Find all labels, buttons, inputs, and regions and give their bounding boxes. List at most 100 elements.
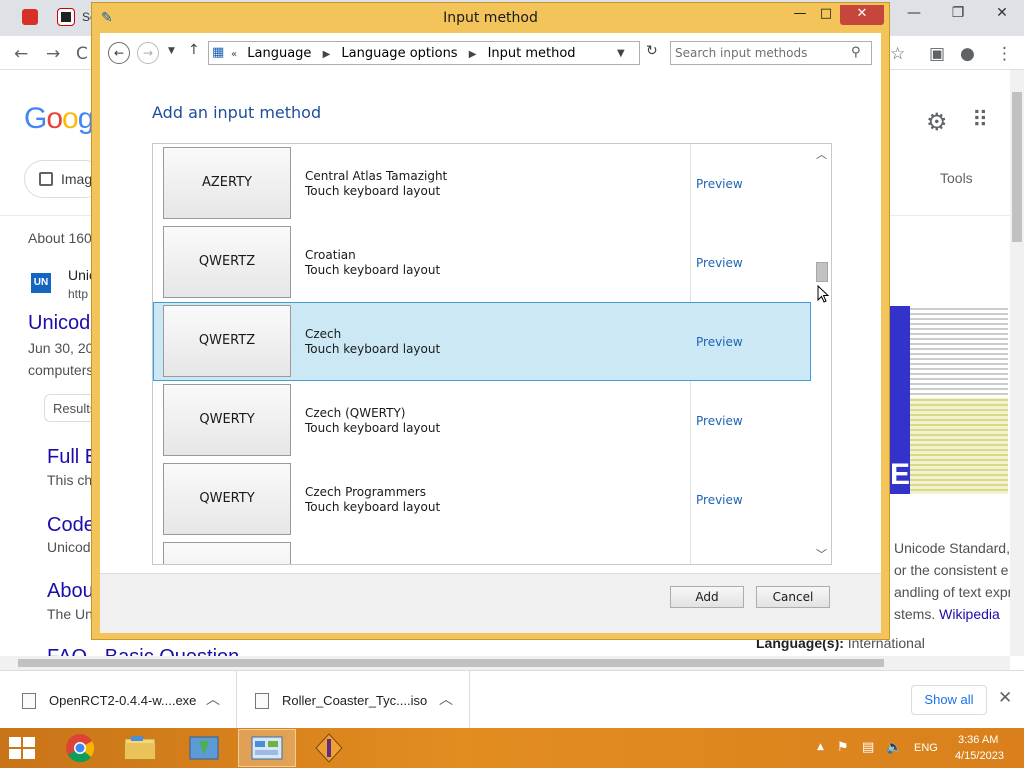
taskbar: ▲ ⚑ ▤ 🔈 ENG 3:36 AM 4/15/2023 — [0, 728, 1024, 768]
scroll-down-arrow-icon[interactable]: ﹀ — [816, 546, 827, 562]
windows-logo-icon[interactable] — [9, 737, 37, 761]
breadcrumb-overflow[interactable]: « — [231, 49, 237, 60]
up-arrow-icon[interactable]: ↑ — [188, 42, 200, 58]
site-favicon-icon: UN — [31, 273, 51, 293]
maximize-icon[interactable]: □ — [815, 5, 837, 25]
clock-date[interactable]: 4/15/2023 — [955, 750, 1004, 762]
preview-link[interactable]: Preview — [696, 493, 743, 507]
installer-taskbar-button[interactable] — [175, 729, 233, 767]
preview-link[interactable]: Preview — [696, 414, 743, 428]
page-vertical-scrollbar[interactable] — [1010, 70, 1024, 656]
flag-icon[interactable]: ⚑ — [837, 740, 849, 755]
window-titlebar[interactable]: ✎ Input method — □ ✕ — [92, 3, 889, 33]
volume-muted-icon[interactable]: 🔈 — [886, 740, 902, 755]
tab-favicon-icon[interactable] — [57, 8, 75, 26]
keyboard-layout-tile[interactable]: QWERTY — [163, 463, 291, 535]
scrollbar-thumb[interactable] — [816, 262, 828, 282]
wikipedia-link[interactable]: Wikipedia — [939, 606, 1000, 622]
mouse-cursor-icon — [817, 285, 829, 303]
keyboard-layout-tile[interactable] — [163, 542, 291, 564]
chrome-close-icon[interactable]: ✕ — [980, 0, 1024, 28]
show-all-button[interactable]: Show all — [911, 685, 987, 715]
keyboard-layout-tile[interactable]: QWERTY — [163, 384, 291, 456]
keyboard-layout-tile[interactable]: AZERTY — [163, 147, 291, 219]
chrome-restore-icon[interactable]: ❐ — [936, 0, 980, 28]
file-explorer-taskbar-button[interactable] — [111, 729, 169, 767]
preview-link[interactable]: Preview — [696, 335, 743, 349]
images-chip-label: Imag — [61, 171, 93, 187]
chevron-up-icon[interactable]: ︿ — [206, 689, 220, 709]
profile-avatar-icon[interactable]: ● — [960, 44, 975, 64]
download-item[interactable]: Roller_Coaster_Tyc....iso ︿ — [237, 671, 470, 729]
sitelink-title[interactable]: Abou — [47, 580, 94, 603]
sitelink-snippet: This ch — [47, 472, 93, 488]
list-item-selected[interactable]: QWERTZ Czech Touch keyboard layout Previ… — [153, 302, 811, 381]
browser-forward-icon[interactable]: → — [46, 44, 60, 64]
list-item[interactable]: QWERTY Czech (QWERTY) Touch keyboard lay… — [153, 381, 811, 460]
download-filename: Roller_Coaster_Tyc....iso — [282, 693, 428, 708]
gear-icon[interactable]: ⚙ — [926, 108, 948, 136]
show-hidden-icons-icon[interactable]: ▲ — [817, 742, 824, 752]
refresh-icon[interactable]: ↻ — [646, 43, 658, 59]
chevron-up-icon[interactable]: ︿ — [439, 689, 453, 709]
preview-link[interactable]: Preview — [696, 177, 743, 191]
chrome-minimize-icon[interactable]: — — [892, 0, 936, 28]
image-icon — [39, 172, 53, 186]
input-method-name: Czech — [305, 327, 342, 341]
input-method-description: Touch keyboard layout — [305, 342, 441, 356]
input-language-indicator[interactable]: ENG — [914, 742, 938, 754]
keyboard-layout-tile[interactable]: QWERTZ — [163, 226, 291, 298]
download-item[interactable]: OpenRCT2-0.4.4-w....exe ︿ — [0, 671, 237, 729]
keyboard-layout-tile[interactable]: QWERTZ — [163, 305, 291, 377]
exe-file-icon — [22, 693, 36, 709]
add-button[interactable]: Add — [670, 586, 744, 608]
result-title[interactable]: Unicod — [28, 312, 90, 335]
scrollbar-thumb[interactable] — [18, 659, 884, 667]
search-icon[interactable]: ⚲ — [851, 45, 861, 60]
bookmark-star-icon[interactable]: ☆ — [890, 44, 905, 64]
cancel-button[interactable]: Cancel — [756, 586, 830, 608]
address-bar[interactable]: ▦ « Language ▶ Language options ▶ Input … — [208, 41, 640, 65]
forward-arrow-icon[interactable]: → — [137, 42, 159, 64]
chevron-right-icon[interactable]: ▶ — [469, 49, 477, 60]
apps-grid-icon[interactable]: ⠿ — [972, 108, 988, 133]
chevron-right-icon[interactable]: ▶ — [323, 49, 331, 60]
tools-button[interactable]: Tools — [940, 170, 973, 186]
search-input[interactable] — [675, 45, 845, 61]
control-panel-taskbar-button[interactable] — [238, 729, 296, 767]
wiki-thumbnail-image[interactable]: E — [890, 306, 1008, 494]
browser-back-icon[interactable]: ← — [14, 44, 28, 64]
breadcrumb-item-language-options[interactable]: Language options — [341, 46, 457, 61]
search-box[interactable]: ⚲ — [670, 41, 872, 65]
sitelink-title[interactable]: Code — [47, 514, 95, 537]
result-url[interactable]: http — [68, 287, 88, 301]
game-taskbar-button[interactable] — [300, 729, 358, 767]
list-item[interactable]: QWERTY Czech Programmers Touch keyboard … — [153, 460, 811, 539]
breadcrumb-item-language[interactable]: Language — [247, 46, 311, 61]
clock-time[interactable]: 3:36 AM — [958, 734, 998, 746]
minimize-icon[interactable]: — — [789, 5, 811, 25]
preview-link[interactable]: Preview — [696, 256, 743, 270]
browser-reload-icon[interactable]: C — [76, 44, 88, 64]
recent-locations-icon[interactable]: ▼ — [168, 46, 175, 56]
chrome-taskbar-button[interactable] — [51, 729, 109, 767]
list-item[interactable]: QWERTZ Croatian Touch keyboard layout Pr… — [153, 223, 811, 302]
list-item[interactable]: AZERTY Central Atlas Tamazight Touch key… — [153, 144, 811, 223]
page-horizontal-scrollbar[interactable] — [0, 656, 1010, 670]
close-icon[interactable]: ✕ — [998, 688, 1012, 708]
chrome-menu-icon[interactable]: ⋮ — [996, 44, 1013, 64]
gmail-favicon-icon[interactable] — [22, 9, 38, 25]
list-item[interactable] — [153, 539, 811, 564]
scrollbar-thumb[interactable] — [1012, 92, 1022, 242]
side-panel-icon[interactable]: ▣ — [929, 44, 945, 64]
scroll-up-arrow-icon[interactable]: ︿ — [816, 146, 827, 162]
chrome-icon — [66, 734, 95, 763]
breadcrumb-item-input-method[interactable]: Input method — [488, 46, 576, 61]
back-arrow-icon[interactable]: ← — [108, 42, 130, 64]
network-icon[interactable]: ▤ — [862, 740, 874, 755]
close-icon[interactable]: ✕ — [840, 5, 884, 25]
google-logo[interactable]: Goog — [24, 102, 94, 136]
dialog-footer: Add Cancel — [100, 573, 881, 633]
list-scrollbar[interactable]: ︿ ﹀ — [813, 144, 831, 564]
chevron-down-icon[interactable]: ▼ — [617, 48, 625, 59]
